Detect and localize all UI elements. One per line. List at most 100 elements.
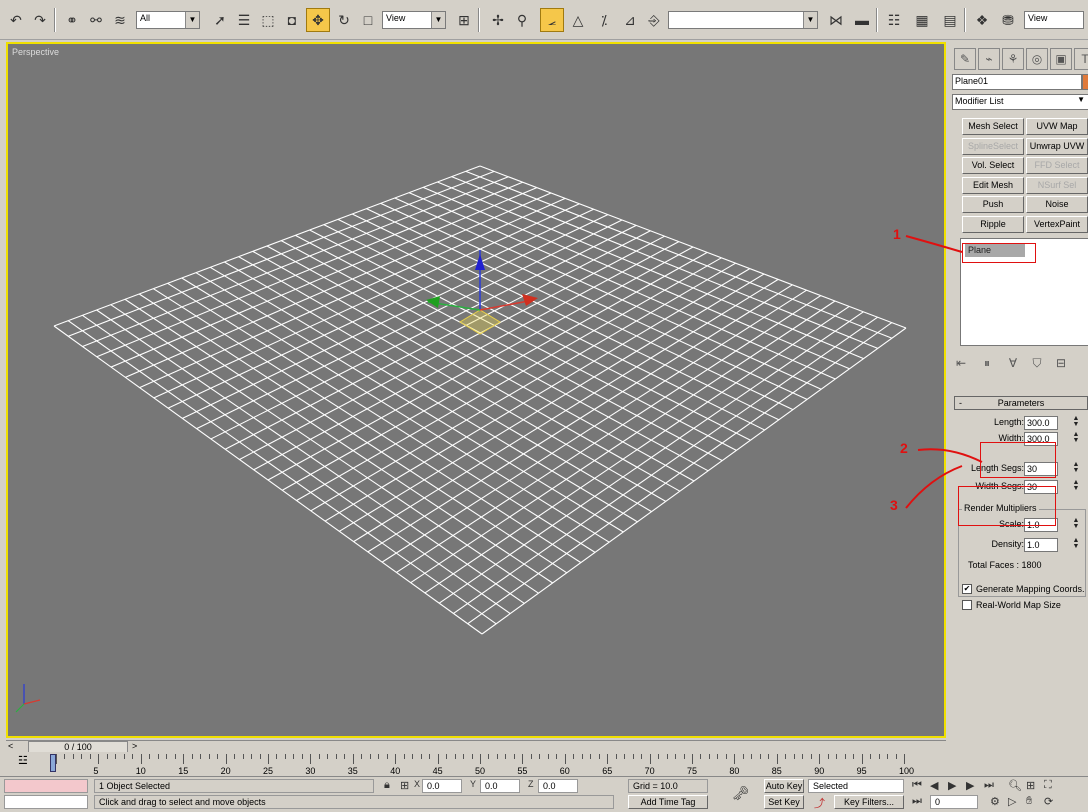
parameters-rollout-header[interactable]: - Parameters [954,396,1088,410]
prev-frame-icon[interactable]: < [8,741,13,751]
time-configuration-icon[interactable]: ⚙ [990,795,1000,808]
object-color-swatch[interactable] [1082,74,1088,90]
key-filters-button[interactable]: Key Filters... [834,795,904,809]
field-of-view-icon[interactable]: ▷ [1008,795,1016,808]
y-coord-field[interactable]: 0.0 [480,779,520,793]
auto-key-button[interactable]: Auto Key [764,779,804,793]
layer-manager-icon[interactable]: ☷ [882,8,906,32]
select-object-icon[interactable]: ➚ [208,8,232,32]
arc-rotate-icon[interactable]: ⟳ [1044,795,1053,808]
window-crossing-icon[interactable]: ◘ [280,8,304,32]
hierarchy-tab-icon[interactable]: ⚘ [1002,48,1024,70]
object-name-field[interactable]: Plane01 [952,74,1082,90]
next-frame-icon[interactable]: > [132,741,137,751]
modifier-button-ffd-select[interactable]: FFD Select [1026,157,1088,174]
make-unique-icon[interactable]: ∀ [1004,356,1022,374]
mini-curve-editor-icon[interactable]: ☳ [18,754,28,767]
zoom-icon[interactable]: 🔍︎ [1008,779,1022,792]
x-coord-field[interactable]: 0.0 [422,779,462,793]
perspective-viewport[interactable]: Perspective [6,42,946,738]
render-scene-icon[interactable]: ⛃ [996,8,1020,32]
material-editor-icon[interactable]: ❖ [970,8,994,32]
modifier-button-ripple[interactable]: Ripple [962,215,1024,233]
select-and-rotate-icon[interactable]: ↻ [332,8,356,32]
percent-snap-icon[interactable]: △ [566,8,590,32]
select-and-link-icon[interactable]: ⚭ [60,8,84,32]
undo-icon[interactable]: ↶ [4,8,28,32]
next-frame-icon[interactable]: ▶ [966,779,974,792]
display-tab-icon[interactable]: ▣ [1050,48,1072,70]
density-field[interactable]: 1.0 [1024,538,1058,552]
maxscript-listener-field[interactable] [4,779,88,793]
key-icon[interactable]: 🗝︎ [732,785,750,802]
modifier-button-nsurf-sel[interactable]: NSurf Sel [1026,176,1088,194]
z-coord-field[interactable]: 0.0 [538,779,578,793]
select-and-move-icon[interactable]: ✥ [306,8,330,32]
modifier-button-vol-select[interactable]: Vol. Select [962,157,1024,174]
modifier-button-mesh-select[interactable]: Mesh Select [962,118,1024,135]
configure-modifier-sets-icon[interactable]: ⊟ [1052,356,1070,374]
plane-wireframe[interactable] [53,165,907,635]
edit-named-selection-icon[interactable]: ⊿ [618,8,642,32]
curve-editor-icon[interactable]: ▦ [910,8,934,32]
play-icon[interactable]: ▶ [948,779,956,792]
named-selection-sets-dropdown[interactable]: ▼ [668,11,818,29]
generate-mapping-checkbox[interactable]: ✔ [962,584,972,594]
modifier-button-uvw-map[interactable]: UVW Map [1026,118,1088,135]
length-spinner[interactable]: ▲ ▼ [1072,415,1080,430]
length-segs-spinner[interactable]: ▲ ▼ [1072,461,1080,476]
maxscript-output-field[interactable] [4,795,88,809]
select-manipulate-icon[interactable]: ✢ [486,8,510,32]
rectangular-selection-icon[interactable]: ⬚ [256,8,280,32]
track-bar[interactable]: ☳ 5 10 15 20 25 30 35 40 45 50 55 60 65 70 75 80 85 90 95 1… [0,752,946,776]
modifier-button-noise[interactable]: Noise [1026,196,1088,213]
time-slider-track[interactable]: < 0 / 100 > [6,740,946,753]
modifier-button-unwrap-uvw[interactable]: Unwrap UVW [1026,137,1088,155]
spinner-snap-icon[interactable]: ⁒ [592,8,616,32]
show-end-result-icon[interactable]: ⏸ [978,356,996,374]
width-segs-spinner[interactable]: ▲ ▼ [1072,479,1080,494]
pin-stack-icon[interactable]: ⇤ [952,356,970,374]
density-spinner[interactable]: ▲ ▼ [1072,537,1080,552]
schematic-view-icon[interactable]: ▤ [938,8,962,32]
modify-tab-icon[interactable]: ⌁ [978,48,1000,70]
set-key-button[interactable]: Set Key [764,795,804,809]
motion-tab-icon[interactable]: ◎ [1026,48,1048,70]
length-field[interactable]: 300.0 [1024,416,1058,430]
generate-mapping-label[interactable]: Generate Mapping Coords. [976,584,1085,594]
modifier-list-dropdown[interactable]: Modifier List ▼ [952,94,1088,110]
absolute-mode-icon[interactable]: ⊞ [400,779,409,792]
scale-spinner[interactable]: ▲ ▼ [1072,517,1080,532]
key-mode-toggle-icon[interactable]: ⏭ [912,795,922,808]
angle-snap-icon[interactable]: ⦟ [540,8,564,32]
move-gizmo[interactable] [426,250,538,335]
remove-modifier-icon[interactable]: ⛉ [1028,356,1046,374]
align-icon[interactable]: ▬ [850,8,874,32]
render-type-dropdown[interactable]: View [1024,11,1084,29]
real-world-map-size-label[interactable]: Real-World Map Size [976,600,1061,610]
width-spinner[interactable]: ▲ ▼ [1072,431,1080,446]
redo-icon[interactable]: ↷ [28,8,52,32]
select-and-scale-icon[interactable]: □ [356,8,380,32]
lock-selection-icon[interactable]: 🔒︎ [384,779,390,792]
bind-space-warp-icon[interactable]: ≋ [108,8,132,32]
set-keys-icon[interactable]: ⤴ [814,795,825,811]
mirror-icon[interactable]: ⋈ [824,8,848,32]
zoom-extents-icon[interactable]: ⛶ [1044,779,1052,792]
zoom-all-icon[interactable]: ⊞ [1026,779,1035,792]
selection-filter-dropdown[interactable]: All ▼ [136,11,200,29]
modifier-button-push[interactable]: Push [962,196,1024,213]
named-selection-icon[interactable]: ⎆ [642,8,666,32]
current-frame-field[interactable]: 0 [930,795,978,809]
modifier-button-vertexpaint[interactable]: VertexPaint [1026,215,1088,233]
pan-icon[interactable]: ✋︎ [1026,795,1032,808]
unlink-selection-icon[interactable]: ⚯ [84,8,108,32]
go-to-end-icon[interactable]: ⏭ [984,779,994,792]
pivot-center-icon[interactable]: ⊞ [452,8,476,32]
key-mode-dropdown[interactable]: Selected [808,779,904,793]
reference-coordinate-dropdown[interactable]: View ▼ [382,11,446,29]
modifier-button-edit-mesh[interactable]: Edit Mesh [962,176,1024,194]
select-by-name-icon[interactable]: ☰ [232,8,256,32]
modifier-button-splineselect[interactable]: SplineSelect [962,137,1024,155]
utilities-tab-icon[interactable]: T [1074,48,1088,70]
